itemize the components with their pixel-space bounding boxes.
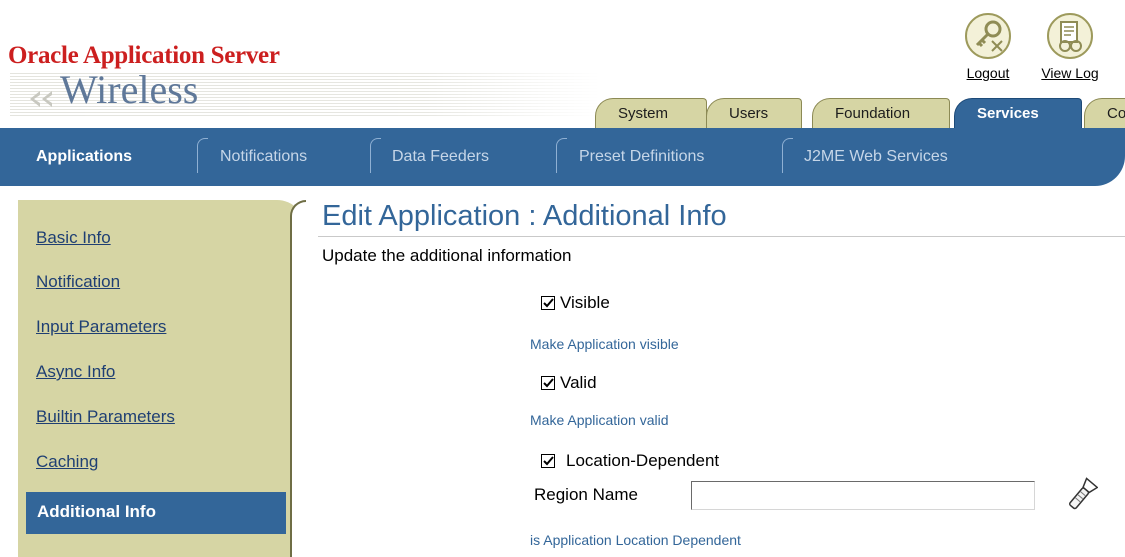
region-name-label: Region Name [534,485,638,504]
subtab-separator [556,138,567,173]
subtab-notifications[interactable]: Notifications [220,128,307,186]
brand-chevron-icon [30,91,52,107]
tab-more[interactable]: Co [1084,98,1125,128]
tab-users[interactable]: Users [706,98,802,128]
view-log-button[interactable]: View Log [1040,12,1100,81]
tab-foundation[interactable]: Foundation [812,98,950,128]
subtab-j2me-web-services[interactable]: J2ME Web Services [804,128,948,186]
checkmark-icon [543,378,554,388]
page-description: Update the additional information [322,246,572,265]
subtab-preset-definitions[interactable]: Preset Definitions [579,128,704,186]
logout-key-icon [965,13,1011,59]
visible-checkbox[interactable] [541,296,555,310]
sidenav-builtin-parameters[interactable]: Builtin Parameters [36,407,175,427]
location-dependent-checkbox[interactable] [541,454,555,468]
subtab-separator [370,138,381,173]
flashlight-icon[interactable] [1064,476,1098,516]
visible-label: Visible [560,293,610,312]
region-name-tip: is Application Location Dependent [530,532,741,548]
sidenav-basic-info[interactable]: Basic Info [36,228,111,248]
tab-system[interactable]: System [595,98,707,128]
brand-product-name: Wireless [60,67,199,112]
sidenav-additional-info-label: Additional Info [37,502,156,521]
location-dependent-label: Location-Dependent [566,451,720,470]
subtab-applications[interactable]: Applications [36,128,132,186]
page-title: Edit Application : Additional Info [322,200,727,232]
subtab-separator [782,138,793,173]
sidenav-caching[interactable]: Caching [36,452,98,472]
tab-services[interactable]: Services [954,98,1082,128]
valid-tip: Make Application valid [530,412,669,428]
region-name-input[interactable] [691,481,1035,510]
checkmark-icon [543,298,554,308]
view-log-label: View Log [1041,65,1099,81]
title-divider [318,236,1125,237]
subtab-separator [197,138,208,173]
logout-label: Logout [966,65,1010,81]
view-log-icon [1047,13,1093,59]
brand-company-name: Oracle Application Server [8,42,280,69]
valid-checkbox[interactable] [541,376,555,390]
subtab-data-feeders[interactable]: Data Feeders [392,128,489,186]
logout-button[interactable]: Logout [958,12,1018,81]
sidenav-async-info[interactable]: Async Info [36,362,115,382]
sidenav-input-parameters[interactable]: Input Parameters [36,317,166,337]
side-navigation-edge [290,200,306,557]
checkmark-icon [543,456,554,466]
visible-tip: Make Application visible [530,336,679,352]
sidenav-notification[interactable]: Notification [36,272,120,292]
valid-label: Valid [560,373,597,392]
